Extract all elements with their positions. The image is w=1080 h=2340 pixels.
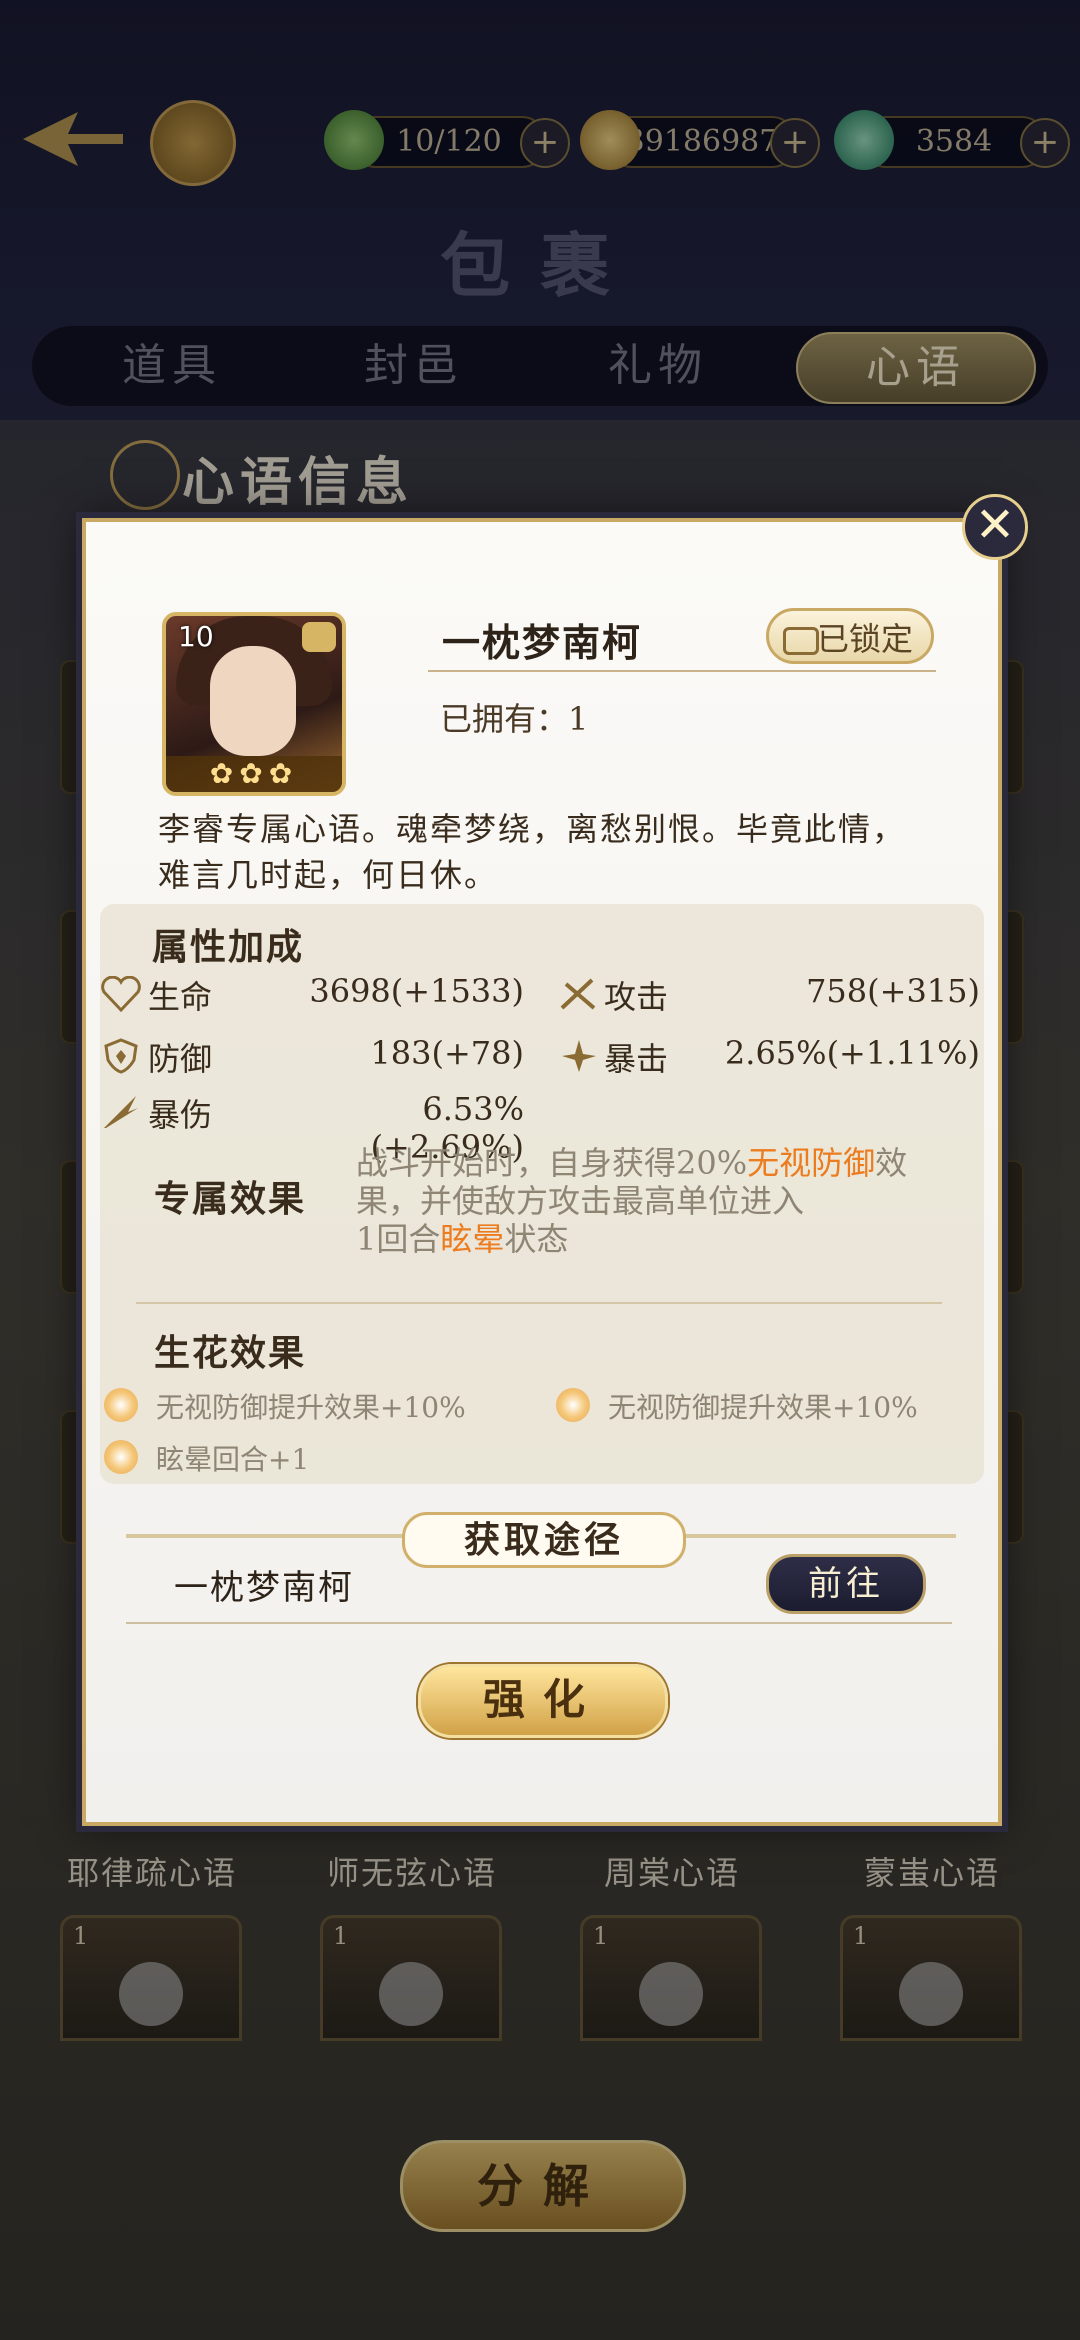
source-heading: 获取途径	[402, 1512, 686, 1568]
crit-icon	[562, 1040, 596, 1072]
lock-icon	[783, 627, 819, 655]
bloom-effect-item: 无视防御提升效果+10%	[156, 1391, 466, 1424]
attr-label: 暴击	[604, 1040, 669, 1078]
crit-damage-icon	[104, 1096, 138, 1128]
flower-icon	[104, 1440, 138, 1474]
attr-value: 183(+78)	[370, 1034, 524, 1072]
flower-icon	[104, 1388, 138, 1422]
name-divider	[428, 670, 936, 672]
attr-label: 暴伤	[148, 1096, 213, 1134]
attr-label: 攻击	[604, 978, 669, 1016]
attr-value: 758(+315)	[806, 972, 980, 1010]
attr-label: 防御	[148, 1040, 213, 1078]
effect-highlight: 无视防御	[747, 1144, 876, 1182]
locked-label: 已锁定	[816, 620, 913, 658]
attr-label: 生命	[148, 978, 213, 1016]
bloom-effect-heading: 生花效果	[154, 1332, 307, 1374]
item-avatar: 10 ✿✿✿	[162, 612, 346, 796]
bloom-effect-item: 无视防御提升效果+10%	[608, 1391, 918, 1424]
attributes-heading: 属性加成	[152, 926, 305, 968]
source-underline	[126, 1622, 952, 1624]
item-name: 一枕梦南柯	[442, 620, 643, 665]
enhance-button[interactable]: 强化	[418, 1664, 668, 1738]
item-description: 李睿专属心语。魂牵梦绕，离愁别恨。毕竟此情，难言几时起，何日休。	[158, 810, 907, 894]
sword-icon	[560, 978, 596, 1010]
bloom-effect-item: 眩晕回合+1	[156, 1443, 310, 1476]
bloom-stars-icon: ✿✿✿	[166, 756, 342, 792]
effect-text: 状态	[504, 1220, 569, 1258]
attr-value: 3698(+1533)	[309, 972, 524, 1010]
section-divider	[136, 1302, 942, 1304]
close-icon[interactable]: ✕	[962, 494, 1028, 560]
heart-icon	[101, 976, 141, 1012]
attr-value: 2.65%(+1.11%)	[724, 1034, 980, 1072]
exclusive-effect-heading: 专属效果	[154, 1178, 307, 1220]
shield-icon	[104, 1038, 138, 1074]
effect-text: 战斗开始时，自身获得20%	[356, 1144, 748, 1182]
lock-icon	[302, 622, 336, 652]
lock-toggle-button[interactable]: 已锁定	[766, 608, 934, 664]
item-level: 10	[178, 620, 214, 653]
effect-text: 1回合	[356, 1220, 441, 1258]
source-name: 一枕梦南柯	[174, 1568, 354, 1608]
portrait-face	[210, 646, 296, 756]
owned-count: 已拥有：1	[440, 700, 589, 738]
flower-icon	[556, 1388, 590, 1422]
goto-button[interactable]: 前往	[766, 1554, 926, 1614]
effect-highlight: 眩晕	[440, 1220, 505, 1258]
exclusive-effect-text: 战斗开始时，自身获得20%无视防御效果，并使敌方攻击最高单位进入 1回合眩晕状态	[356, 1144, 956, 1258]
